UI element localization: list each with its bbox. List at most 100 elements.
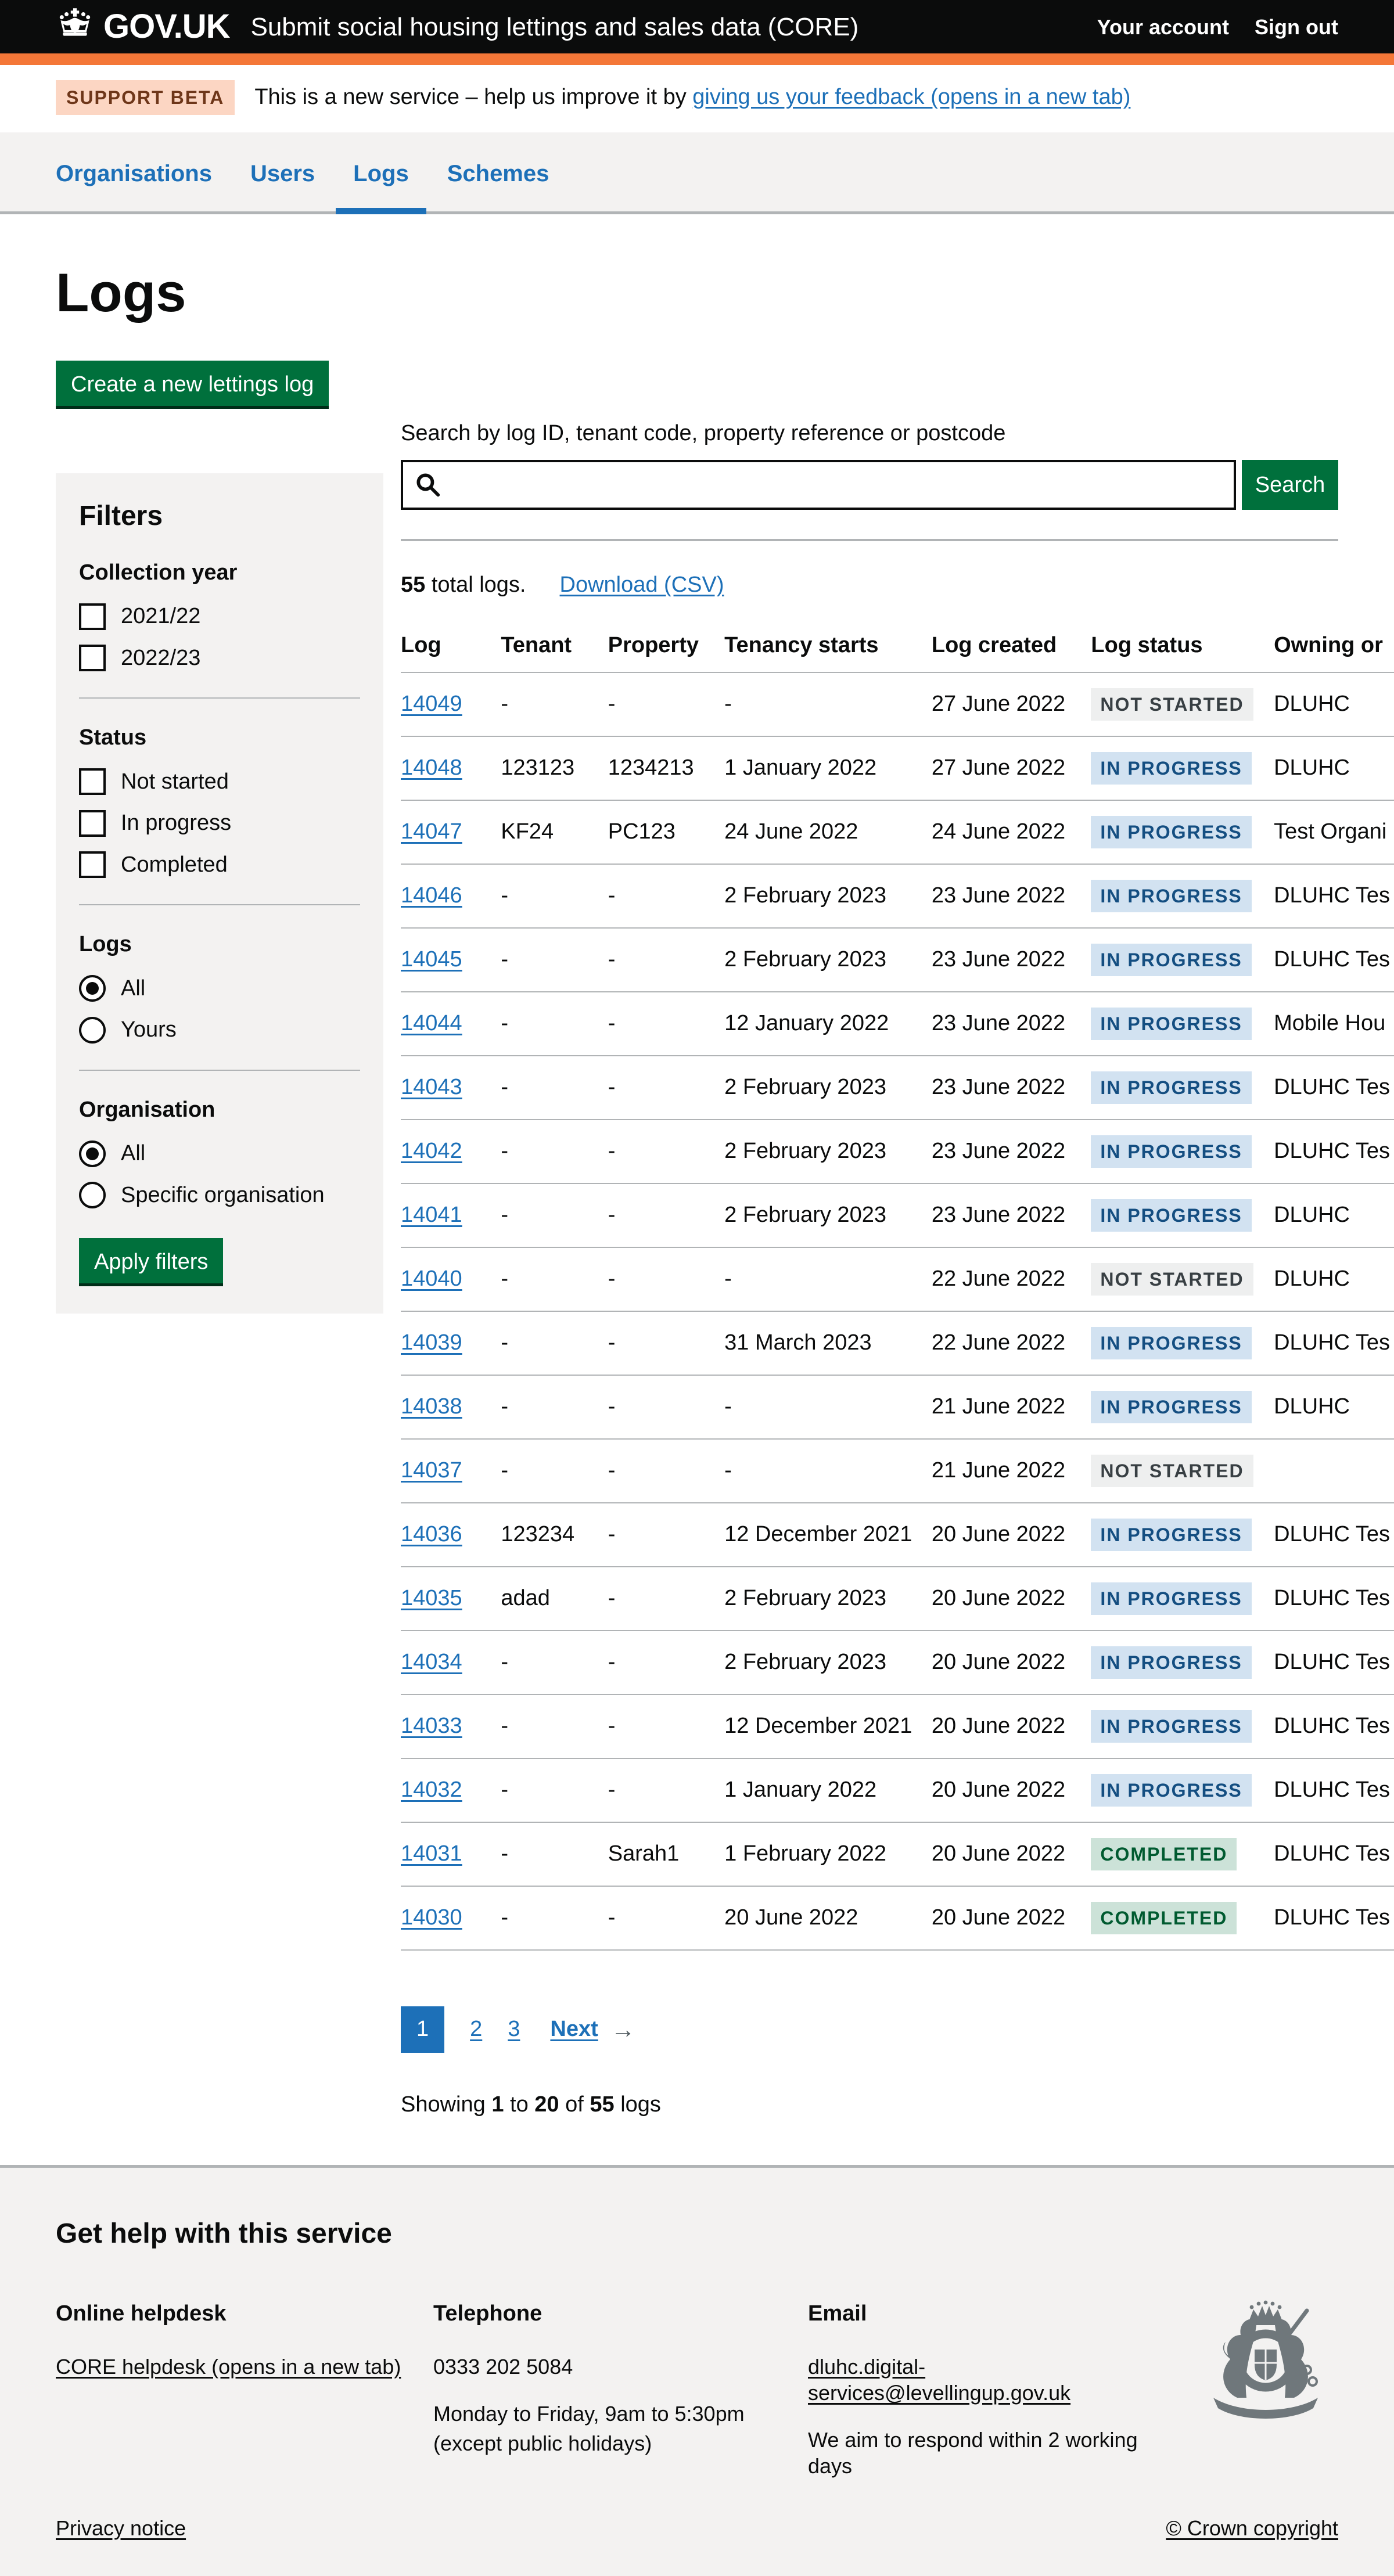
email-link[interactable]: dluhc.digital-services@levellingup.gov.u… (808, 2355, 1070, 2405)
radio-control[interactable] (79, 975, 106, 1002)
table-row: 14046--2 February 202323 June 2022IN PRO… (401, 864, 1394, 928)
page-link-3[interactable]: 3 (508, 2016, 520, 2043)
log-created-cell: 23 June 2022 (932, 1183, 1091, 1247)
log-link[interactable]: 14039 (401, 1330, 462, 1355)
log-link[interactable]: 14047 (401, 819, 462, 844)
log-status-cell: IN PROGRESS (1091, 1631, 1274, 1694)
core-helpdesk-link[interactable]: CORE helpdesk (opens in a new tab) (56, 2355, 401, 2379)
checkbox-2021-22[interactable]: 2021/22 (79, 603, 360, 631)
filter-group-status: StatusNot startedIn progressCompleted (79, 697, 360, 879)
radio-all[interactable]: All (79, 975, 360, 1003)
checkbox-2022-23[interactable]: 2022/23 (79, 645, 360, 672)
govuk-logotype: GOV.UK (103, 6, 229, 48)
govuk-logo[interactable]: GOV.UK (56, 6, 229, 48)
property-cell: - (608, 1567, 724, 1631)
radio-control[interactable] (79, 1017, 106, 1044)
sign-out-link[interactable]: Sign out (1255, 14, 1338, 40)
create-lettings-log-button[interactable]: Create a new lettings log (56, 361, 329, 406)
nav-item-schemes[interactable]: Schemes (447, 132, 549, 211)
apply-filters-button[interactable]: Apply filters (79, 1238, 223, 1283)
phase-banner-prefix: This is a new service – help us improve … (254, 85, 692, 109)
log-link[interactable]: 14037 (401, 1458, 462, 1483)
radio-all[interactable]: All (79, 1140, 360, 1168)
log-link[interactable]: 14045 (401, 947, 462, 972)
radio-control[interactable] (79, 1182, 106, 1208)
next-page-link[interactable]: Next (550, 2016, 598, 2043)
page-title: Logs (56, 258, 1338, 327)
log-status-cell: COMPLETED (1091, 1886, 1274, 1950)
log-link[interactable]: 14038 (401, 1394, 462, 1419)
checkbox-control[interactable] (79, 768, 106, 795)
status-badge: IN PROGRESS (1091, 1582, 1251, 1615)
log-link[interactable]: 14040 (401, 1267, 462, 1291)
log-link[interactable]: 14042 (401, 1139, 462, 1163)
privacy-notice-link[interactable]: Privacy notice (56, 2515, 186, 2541)
crown-copyright-link[interactable]: © Crown copyright (1166, 2515, 1338, 2541)
log-status-cell: NOT STARTED (1091, 672, 1274, 736)
option-label: All (121, 975, 145, 1003)
radio-yours[interactable]: Yours (79, 1016, 360, 1044)
log-link[interactable]: 14043 (401, 1075, 462, 1099)
column-header-tenant: Tenant (501, 619, 608, 673)
checkbox-control[interactable] (79, 603, 106, 630)
search-button[interactable]: Search (1242, 460, 1338, 510)
log-status-cell: IN PROGRESS (1091, 800, 1274, 864)
checkbox-control[interactable] (79, 851, 106, 878)
tenant-cell: - (501, 1822, 608, 1886)
page-current[interactable]: 1 (401, 2006, 444, 2053)
log-status-cell: IN PROGRESS (1091, 1120, 1274, 1183)
log-link[interactable]: 14036 (401, 1522, 462, 1546)
nav-item-users[interactable]: Users (250, 132, 315, 211)
checkbox-control[interactable] (79, 645, 106, 671)
status-badge: IN PROGRESS (1091, 944, 1251, 976)
owning-organisation-cell: DLUHC Tes (1274, 928, 1394, 992)
log-link[interactable]: 14034 (401, 1650, 462, 1674)
property-cell: - (608, 1631, 724, 1694)
tenant-cell: - (501, 1439, 608, 1503)
log-link[interactable]: 14035 (401, 1586, 462, 1610)
tenant-cell: - (501, 1886, 608, 1950)
page-link-2[interactable]: 2 (470, 2016, 482, 2043)
search-box (401, 460, 1236, 510)
status-badge: IN PROGRESS (1091, 816, 1251, 848)
radio-control[interactable] (79, 1141, 106, 1167)
table-row: 14038---21 June 2022IN PROGRESSDLUHC (401, 1375, 1394, 1439)
radio-specific-organisation[interactable]: Specific organisation (79, 1182, 360, 1210)
service-name-link[interactable]: Submit social housing lettings and sales… (250, 11, 1071, 43)
results-count: Showing 1 to 20 of 55 logs (401, 2091, 1338, 2119)
nav-item-organisations[interactable]: Organisations (56, 132, 212, 211)
download-csv-link[interactable]: Download (CSV) (560, 573, 724, 597)
log-link[interactable]: 14049 (401, 692, 462, 716)
header-account-nav: Your account Sign out (1072, 14, 1338, 40)
tenant-cell: - (501, 928, 608, 992)
log-link[interactable]: 14031 (401, 1841, 462, 1866)
filter-group-organisation: OrganisationAllSpecific organisation (79, 1070, 360, 1210)
option-label: Yours (121, 1016, 177, 1044)
log-created-cell: 20 June 2022 (932, 1503, 1091, 1567)
property-cell: - (608, 928, 724, 992)
log-link[interactable]: 14032 (401, 1778, 462, 1802)
status-badge: COMPLETED (1091, 1902, 1237, 1934)
owning-organisation-cell: DLUHC Tes (1274, 1503, 1394, 1567)
brand-colour-bar (0, 53, 1394, 65)
your-account-link[interactable]: Your account (1097, 14, 1229, 40)
log-link[interactable]: 14044 (401, 1011, 462, 1035)
tenancy-starts-cell: 2 February 2023 (724, 864, 932, 928)
log-link[interactable]: 14033 (401, 1714, 462, 1738)
nav-item-logs[interactable]: Logs (353, 132, 409, 211)
log-link[interactable]: 14030 (401, 1905, 462, 1930)
tenant-cell: - (501, 1311, 608, 1375)
search-input[interactable] (441, 462, 1234, 508)
feedback-link[interactable]: giving us your feedback (opens in a new … (692, 85, 1130, 109)
log-link[interactable]: 14041 (401, 1203, 462, 1227)
checkbox-in-progress[interactable]: In progress (79, 810, 360, 837)
checkbox-control[interactable] (79, 810, 106, 837)
log-link[interactable]: 14048 (401, 755, 462, 780)
checkbox-not-started[interactable]: Not started (79, 768, 360, 796)
tenancy-starts-cell: 12 December 2021 (724, 1503, 932, 1567)
log-link[interactable]: 14046 (401, 883, 462, 908)
log-created-cell: 27 June 2022 (932, 736, 1091, 800)
checkbox-completed[interactable]: Completed (79, 851, 360, 879)
tenancy-starts-cell: 1 January 2022 (724, 736, 932, 800)
log-status-cell: IN PROGRESS (1091, 1311, 1274, 1375)
